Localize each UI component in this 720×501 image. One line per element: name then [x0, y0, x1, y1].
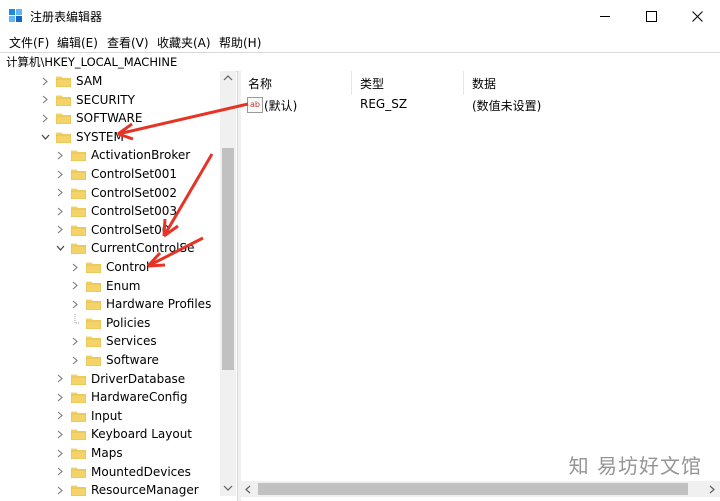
arrow-to-control: [147, 236, 204, 268]
watermark: 知 易坊好文馆: [569, 450, 702, 479]
annotation-arrows: [117, 102, 249, 268]
watermark-text: 知 易坊好文馆: [568, 454, 702, 478]
arrow-to-system: [117, 102, 249, 136]
arrow-to-currentcontrolset: [162, 153, 214, 237]
